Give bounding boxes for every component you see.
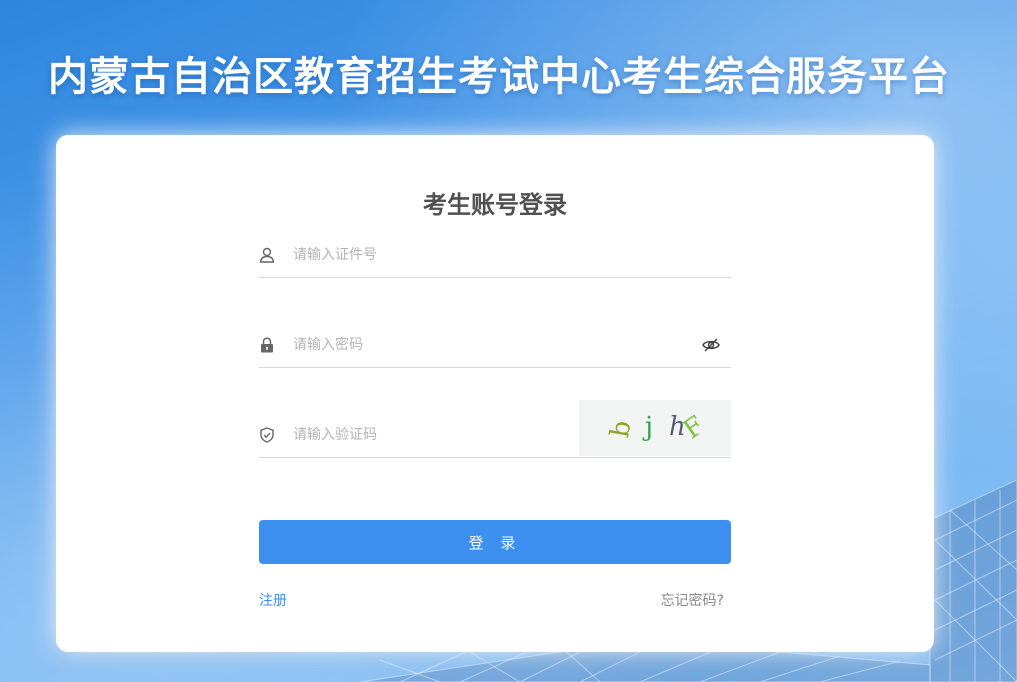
lock-icon (261, 337, 273, 353)
login-card: 考生账号登录 b j h F 登 (56, 135, 934, 652)
user-icon (259, 247, 275, 263)
id-number-input[interactable] (293, 239, 673, 271)
register-link[interactable]: 注册 (259, 590, 287, 610)
forgot-password-link[interactable]: 忘记密码? (661, 590, 724, 610)
captcha-char: j (645, 412, 654, 442)
password-field (259, 323, 731, 368)
eye-off-icon[interactable] (701, 335, 721, 355)
captcha-char: b (605, 418, 638, 440)
login-button[interactable]: 登 录 (259, 520, 731, 564)
captcha-field: b j h F (259, 400, 731, 458)
id-number-field (259, 233, 731, 278)
captcha-input[interactable] (293, 419, 563, 451)
login-title: 考生账号登录 (423, 191, 567, 219)
shield-check-icon (260, 427, 274, 443)
password-input[interactable] (293, 329, 673, 361)
captcha-image[interactable]: b j h F (579, 400, 731, 456)
site-title: 内蒙古自治区教育招生考试中心考生综合服务平台 (48, 54, 950, 100)
